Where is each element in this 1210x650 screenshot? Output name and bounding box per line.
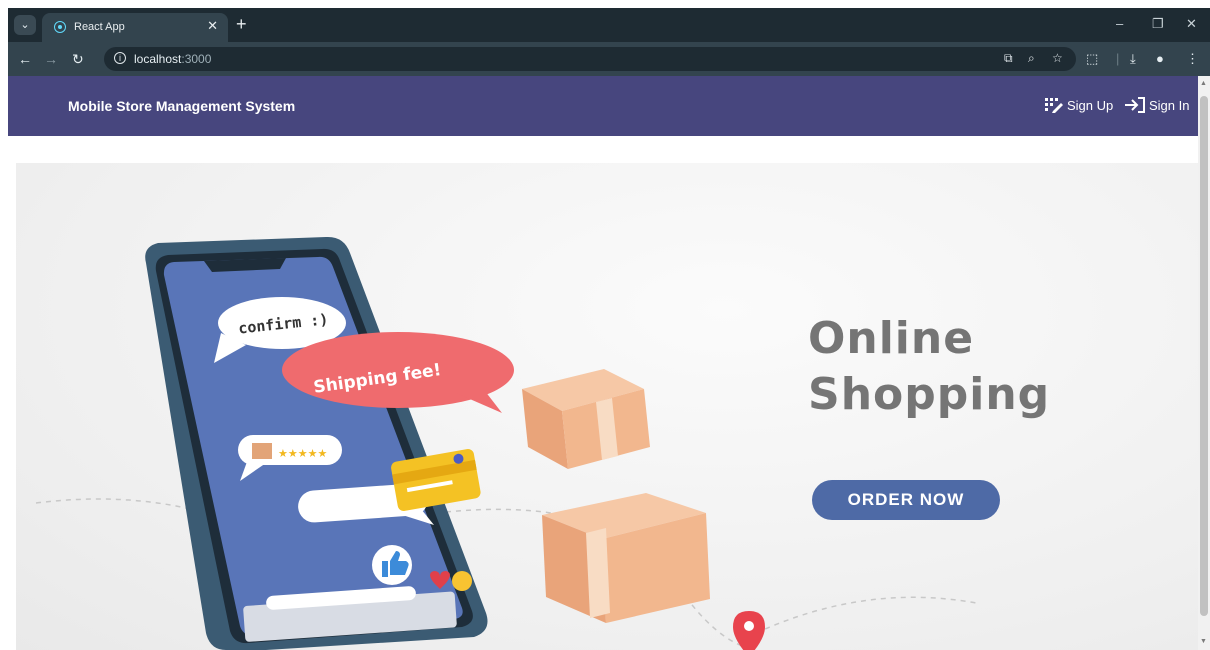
svg-text:★★★★★: ★★★★★ <box>278 448 327 460</box>
tab-strip: ⌄ React App ✕ + – ❐ ✕ <box>8 8 1210 42</box>
tab-search-icon[interactable]: ⌄ <box>14 15 36 35</box>
hero-title-line1: Online <box>808 313 975 364</box>
address-bar[interactable]: i localhost:3000 ⧉ ⌕ ☆ <box>104 47 1076 71</box>
box-large-illustration <box>542 493 710 623</box>
signup-link[interactable]: Sign Up <box>1044 96 1113 114</box>
extensions-icon[interactable]: ⬚ <box>1086 50 1098 68</box>
hero-banner: confirm :) Shipping fee! ★★★★★ Online Sh… <box>16 163 1198 650</box>
menu-kebab-icon[interactable]: ⋮ <box>1186 50 1199 68</box>
tab-title: React App <box>74 21 125 33</box>
toolbar-divider: | <box>1116 51 1120 66</box>
forward-icon[interactable]: → <box>44 50 58 68</box>
address-bar-row: ← → ↻ i localhost:3000 ⧉ ⌕ ☆ ⬚ | ⤓ ● ⋮ <box>8 42 1210 76</box>
signin-icon <box>1125 97 1145 113</box>
box-small-illustration <box>522 369 650 469</box>
page-scrollbar[interactable]: ▲ ▼ <box>1198 76 1210 650</box>
app-navbar: Mobile Store Management System Sign Up S… <box>8 76 1198 136</box>
signin-label: Sign In <box>1149 97 1190 113</box>
signup-icon <box>1045 98 1063 113</box>
react-favicon-icon <box>54 21 66 33</box>
minimize-icon[interactable]: – <box>1116 16 1123 31</box>
profile-icon[interactable]: ● <box>1156 50 1164 68</box>
reload-icon[interactable]: ↻ <box>72 50 84 68</box>
signup-label: Sign Up <box>1067 97 1114 113</box>
scroll-up-icon[interactable]: ▲ <box>1200 80 1207 87</box>
scroll-thumb[interactable] <box>1200 96 1208 616</box>
window-close-icon[interactable]: ✕ <box>1186 16 1197 32</box>
bookmark-star-icon[interactable]: ☆ <box>1052 51 1063 65</box>
zoom-icon[interactable]: ⌕ <box>1028 51 1035 66</box>
download-icon[interactable]: ⤓ <box>1130 50 1136 68</box>
hero-title-line2: Shopping <box>808 369 1051 420</box>
url-text[interactable]: localhost:3000 <box>134 52 211 66</box>
install-app-icon[interactable]: ⧉ <box>1004 51 1013 66</box>
site-info-icon[interactable]: i <box>114 52 126 64</box>
scroll-down-icon[interactable]: ▼ <box>1200 638 1207 645</box>
restore-icon[interactable]: ❐ <box>1152 16 1164 32</box>
brand-title[interactable]: Mobile Store Management System <box>68 98 295 114</box>
order-now-button[interactable]: ORDER NOW <box>812 480 1000 520</box>
back-icon[interactable]: ← <box>18 50 32 68</box>
browser-window: ⌄ React App ✕ + – ❐ ✕ ← → ↻ i localhost:… <box>8 8 1210 650</box>
browser-tab[interactable]: React App ✕ <box>42 13 228 42</box>
hero-title: Online Shopping <box>808 311 1050 423</box>
new-tab-icon[interactable]: + <box>236 14 247 34</box>
signin-link[interactable]: Sign In <box>1124 96 1189 114</box>
tab-close-icon[interactable]: ✕ <box>207 18 218 34</box>
